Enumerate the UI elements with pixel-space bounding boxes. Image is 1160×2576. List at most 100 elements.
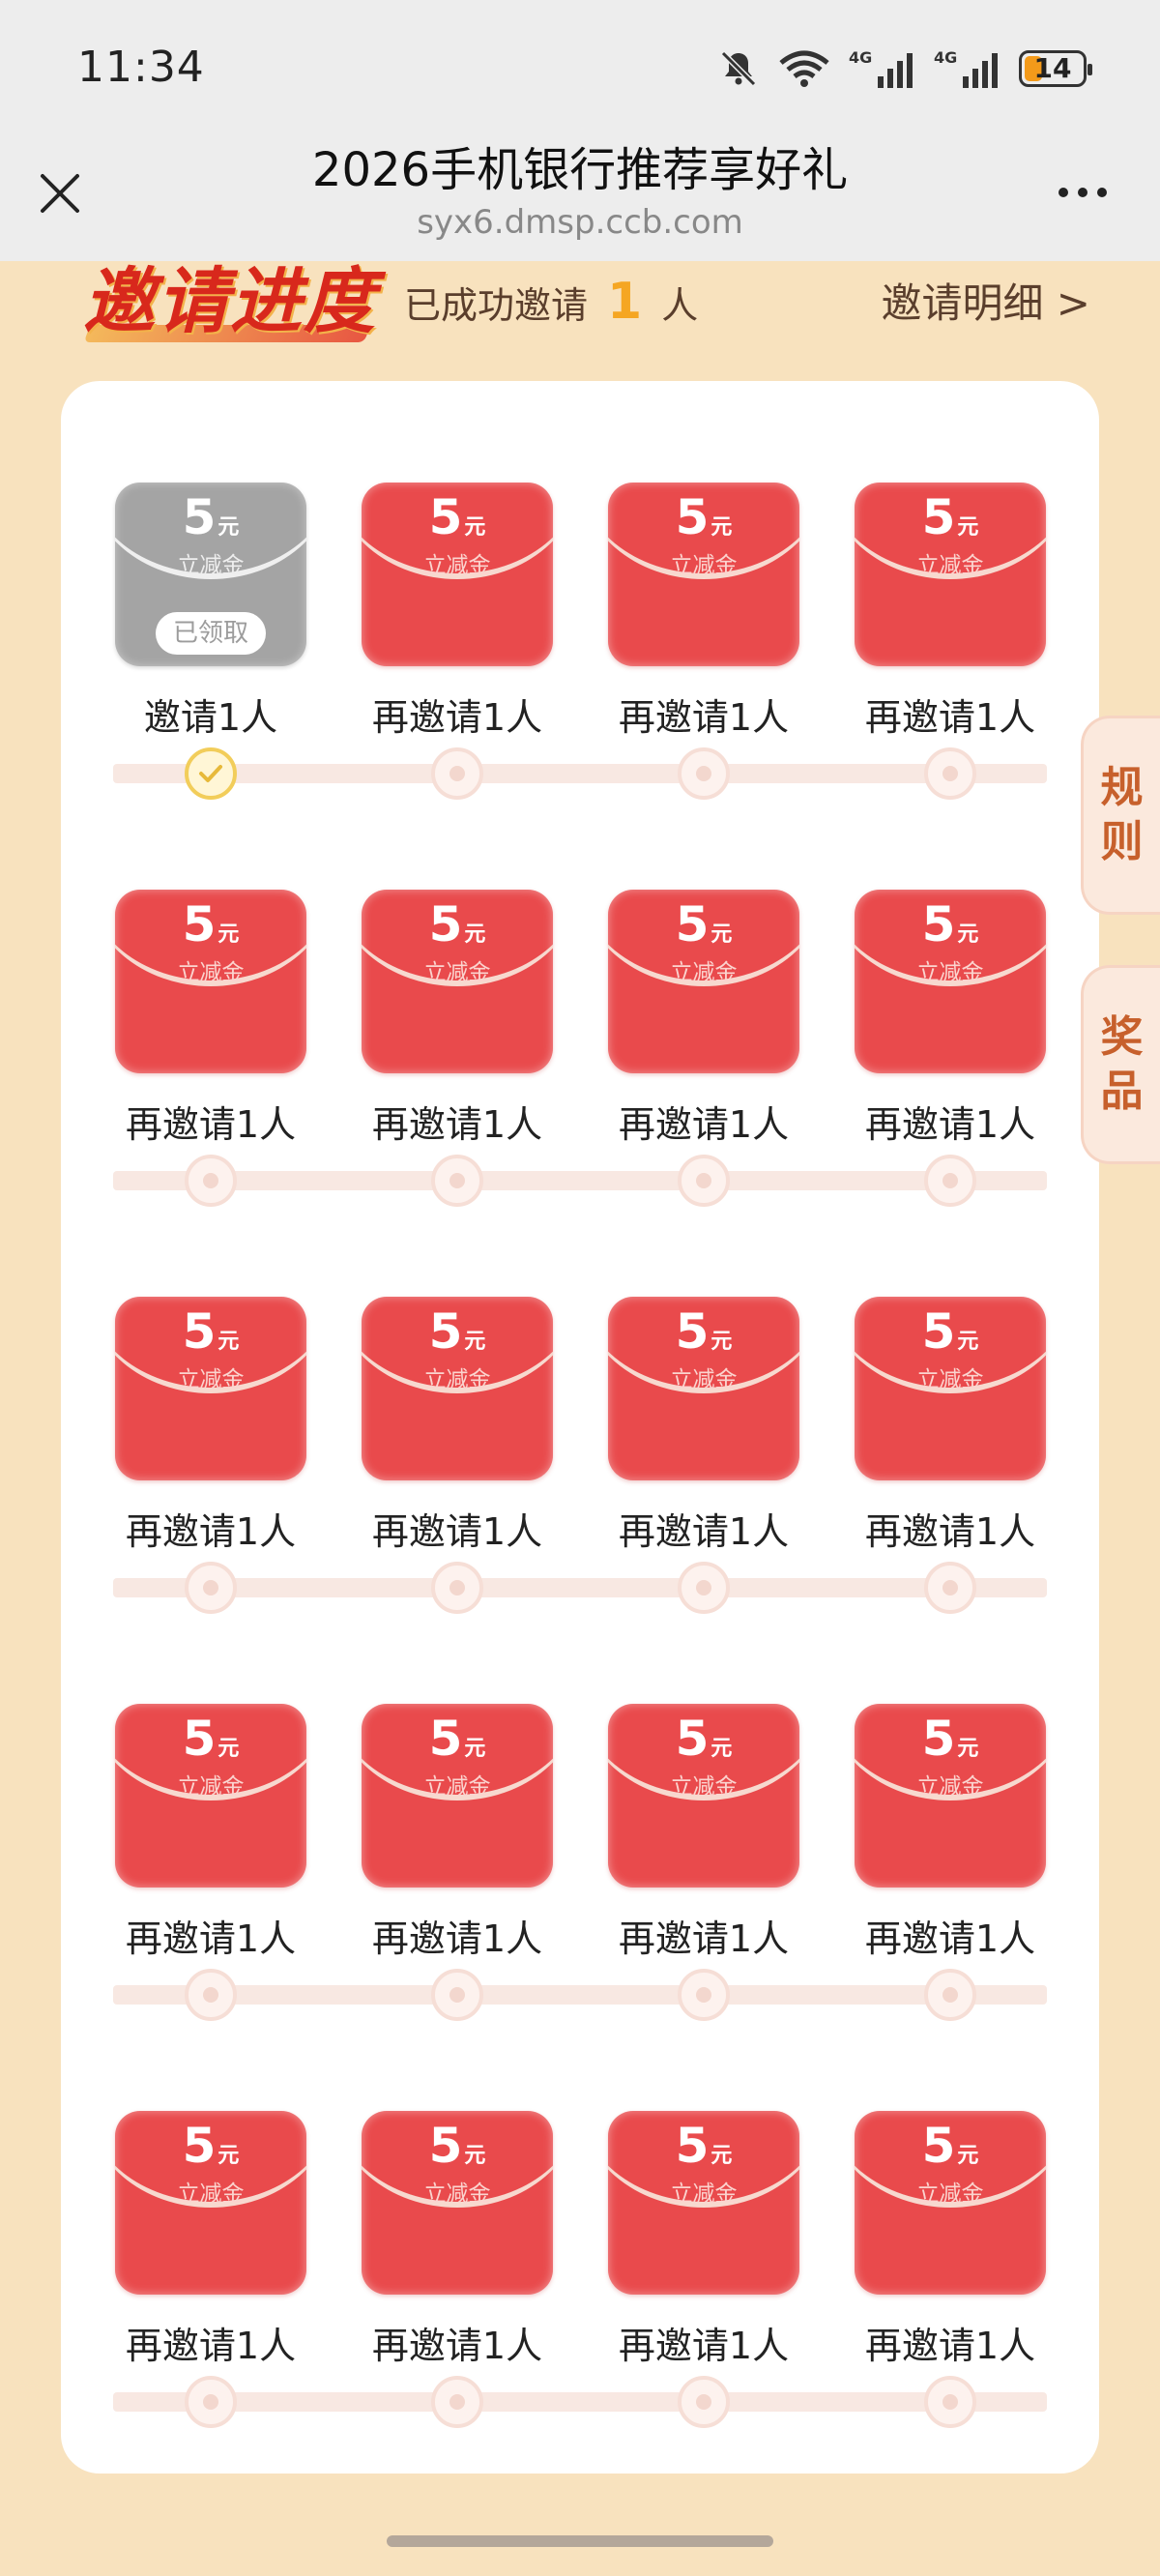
red-envelope[interactable]: 5元 立减金 bbox=[608, 483, 799, 666]
invite-requirement-label: 再邀请1人 bbox=[864, 696, 1036, 739]
red-envelope[interactable]: 5元 立减金 bbox=[608, 1297, 799, 1480]
reward-amount: 5元 bbox=[115, 1712, 306, 1776]
reward-amount: 5元 bbox=[115, 1304, 306, 1369]
reward-amount-value: 5 bbox=[921, 896, 956, 952]
invite-requirement-label: 邀请1人 bbox=[143, 696, 278, 739]
reward-amount-unit: 元 bbox=[464, 922, 486, 947]
status-icons: 4G 4G 14 bbox=[717, 43, 1092, 95]
invite-requirement-label: 再邀请1人 bbox=[864, 1917, 1036, 1960]
reward-type-label: 立减金 bbox=[177, 1774, 245, 1800]
reward-amount: 5元 bbox=[362, 897, 553, 962]
red-envelope[interactable]: 5元 立减金 bbox=[855, 2111, 1046, 2295]
invite-requirement-label: 再邀请1人 bbox=[618, 696, 790, 739]
reward-type-label: 立减金 bbox=[177, 1367, 245, 1392]
progress-node bbox=[678, 2376, 730, 2428]
invite-suffix: 人 bbox=[661, 284, 699, 327]
wifi-icon bbox=[777, 47, 831, 90]
status-bar: 11:34 4G 4G 14 bbox=[0, 0, 1160, 141]
invite-requirement-label: 再邀请1人 bbox=[371, 696, 543, 739]
invite-requirement-label: 再邀请1人 bbox=[864, 2325, 1036, 2367]
red-envelope[interactable]: 5元 立减金 bbox=[608, 2111, 799, 2295]
reward-amount: 5元 bbox=[608, 2119, 799, 2183]
progress-node bbox=[924, 2376, 976, 2428]
reward-type-label: 立减金 bbox=[916, 960, 984, 985]
invite-progress-header: 邀请进度 已成功邀请 1 人 邀请明细 > bbox=[0, 261, 1160, 377]
prizes-tab[interactable]: 奖 品 bbox=[1081, 965, 1160, 1164]
invite-detail-link[interactable]: 邀请明细 > bbox=[881, 271, 1090, 330]
reward-amount-value: 5 bbox=[675, 1711, 710, 1767]
red-envelope[interactable]: 5元 立减金 bbox=[608, 1704, 799, 1888]
reward-amount: 5元 bbox=[362, 1304, 553, 1369]
svg-text:4G: 4G bbox=[934, 48, 957, 67]
red-envelope[interactable]: 5元 立减金 bbox=[115, 2111, 306, 2295]
reward-type-label: 立减金 bbox=[177, 2181, 245, 2207]
progress-track bbox=[113, 1578, 1047, 1597]
reward-amount-value: 5 bbox=[428, 1303, 463, 1360]
prizes-tab-char: 品 bbox=[1100, 1067, 1144, 1116]
more-menu-icon[interactable] bbox=[1044, 168, 1121, 217]
invite-requirement-label: 再邀请1人 bbox=[618, 2325, 790, 2367]
reward-amount-unit: 元 bbox=[218, 1737, 240, 1761]
red-envelope[interactable]: 5元 立减金 bbox=[115, 1297, 306, 1480]
reward-type-label: 立减金 bbox=[670, 553, 738, 578]
reward-amount-value: 5 bbox=[182, 489, 217, 545]
invite-requirement-label: 再邀请1人 bbox=[125, 1917, 297, 1960]
red-envelope[interactable]: 5元 立减金 bbox=[362, 2111, 553, 2295]
reward-type-label: 立减金 bbox=[177, 553, 245, 578]
red-envelope[interactable]: 5元 立减金 bbox=[855, 483, 1046, 666]
invite-requirement-label: 再邀请1人 bbox=[125, 1103, 297, 1146]
progress-track bbox=[113, 1985, 1047, 2005]
reward-type-label: 立减金 bbox=[423, 1774, 491, 1800]
progress-track bbox=[113, 2392, 1047, 2412]
reward-amount: 5元 bbox=[115, 2119, 306, 2183]
progress-track bbox=[113, 764, 1047, 783]
reward-amount-unit: 元 bbox=[218, 2144, 240, 2168]
red-envelope[interactable]: 5元 立减金 bbox=[362, 1704, 553, 1888]
invite-requirement-label: 再邀请1人 bbox=[618, 1917, 790, 1960]
reward-amount-value: 5 bbox=[675, 2118, 710, 2174]
reward-amount-unit: 元 bbox=[957, 1737, 979, 1761]
reward-amount-unit: 元 bbox=[218, 1330, 240, 1354]
signal-4g-icon: 4G bbox=[934, 47, 1001, 90]
reward-amount-value: 5 bbox=[428, 489, 463, 545]
invite-requirement-label: 再邀请1人 bbox=[618, 1510, 790, 1553]
reward-amount: 5元 bbox=[115, 897, 306, 962]
nav-bar: 2026手机银行推荐享好礼 syx6.dmsp.ccb.com bbox=[0, 141, 1160, 261]
red-envelope[interactable]: 5元 立减金 bbox=[362, 1297, 553, 1480]
red-envelope[interactable]: 5元 立减金 bbox=[855, 890, 1046, 1073]
battery-level: 14 bbox=[1033, 52, 1072, 84]
reward-amount: 5元 bbox=[855, 1712, 1046, 1776]
prizes-tab-char: 奖 bbox=[1100, 1012, 1144, 1062]
reward-amount-unit: 元 bbox=[710, 2144, 733, 2168]
rules-tab-char: 规 bbox=[1100, 763, 1144, 812]
progress-node bbox=[431, 2376, 483, 2428]
reward-type-label: 立减金 bbox=[423, 553, 491, 578]
reward-amount-unit: 元 bbox=[464, 2144, 486, 2168]
red-envelope[interactable]: 5元 立减金 bbox=[362, 483, 553, 666]
red-envelope[interactable]: 5元 立减金 bbox=[115, 1704, 306, 1888]
reward-amount: 5元 bbox=[855, 1304, 1046, 1369]
red-envelope[interactable]: 5元 立减金 bbox=[608, 890, 799, 1073]
red-envelope[interactable]: 5元 立减金 已领取 bbox=[115, 483, 306, 666]
reward-type-label: 立减金 bbox=[670, 960, 738, 985]
reward-amount-value: 5 bbox=[921, 2118, 956, 2174]
reward-type-label: 立减金 bbox=[916, 1774, 984, 1800]
red-envelope[interactable]: 5元 立减金 bbox=[362, 890, 553, 1073]
reward-type-label: 立减金 bbox=[177, 960, 245, 985]
red-envelope[interactable]: 5元 立减金 bbox=[855, 1704, 1046, 1888]
reward-type-label: 立减金 bbox=[916, 2181, 984, 2207]
progress-node bbox=[185, 2376, 237, 2428]
invite-requirement-label: 再邀请1人 bbox=[864, 1103, 1036, 1146]
section-title: 邀请进度 bbox=[83, 261, 377, 343]
reward-grid-card: 5元 立减金 已领取 邀请1人 5元 立减金 再邀请1人 5元 立减金 再邀请1人 5元 立减金 再邀请… bbox=[61, 381, 1099, 2474]
red-envelope[interactable]: 5元 立减金 bbox=[855, 1297, 1046, 1480]
progress-track bbox=[113, 1171, 1047, 1190]
reward-row: 5元 立减金 再邀请1人 5元 立减金 再邀请1人 5元 立减金 再邀请1人 5元 立减金 再邀请1人 bbox=[61, 2009, 1099, 2428]
rules-tab[interactable]: 规 则 bbox=[1081, 716, 1160, 915]
home-indicator[interactable] bbox=[387, 2535, 773, 2547]
reward-type-label: 立减金 bbox=[670, 2181, 738, 2207]
reward-amount-unit: 元 bbox=[464, 1737, 486, 1761]
reward-amount: 5元 bbox=[608, 1304, 799, 1369]
reward-row: 5元 立减金 再邀请1人 5元 立减金 再邀请1人 5元 立减金 再邀请1人 5元 立减金 再邀请1人 bbox=[61, 1195, 1099, 1614]
red-envelope[interactable]: 5元 立减金 bbox=[115, 890, 306, 1073]
